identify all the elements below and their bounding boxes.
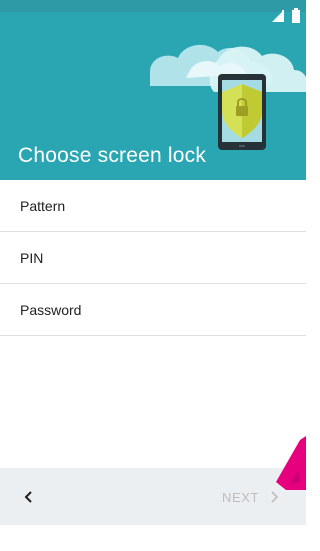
back-button[interactable] [14,482,44,512]
chevron-right-icon [271,491,279,503]
option-pin[interactable]: PIN [0,232,306,284]
status-icons [266,8,306,28]
signal-icon [272,10,284,22]
chevron-left-icon [24,491,32,503]
lock-options-list: Pattern PIN Password [0,180,306,336]
option-pattern[interactable]: Pattern [0,180,306,232]
next-label: NEXT [222,489,260,505]
option-password[interactable]: Password [0,284,306,336]
battery-icon [292,8,300,23]
bottom-spacer [0,525,306,551]
header: Choose screen lock [0,0,306,180]
screen-lock-setup-screen: Choose screen lock Pattern PIN Password … [0,0,306,551]
page-title: Choose screen lock [18,144,207,167]
bottom-navigation-bar: NEXT [0,468,306,551]
next-button[interactable]: NEXT [222,484,279,510]
pink-arrow-icon [276,436,306,490]
